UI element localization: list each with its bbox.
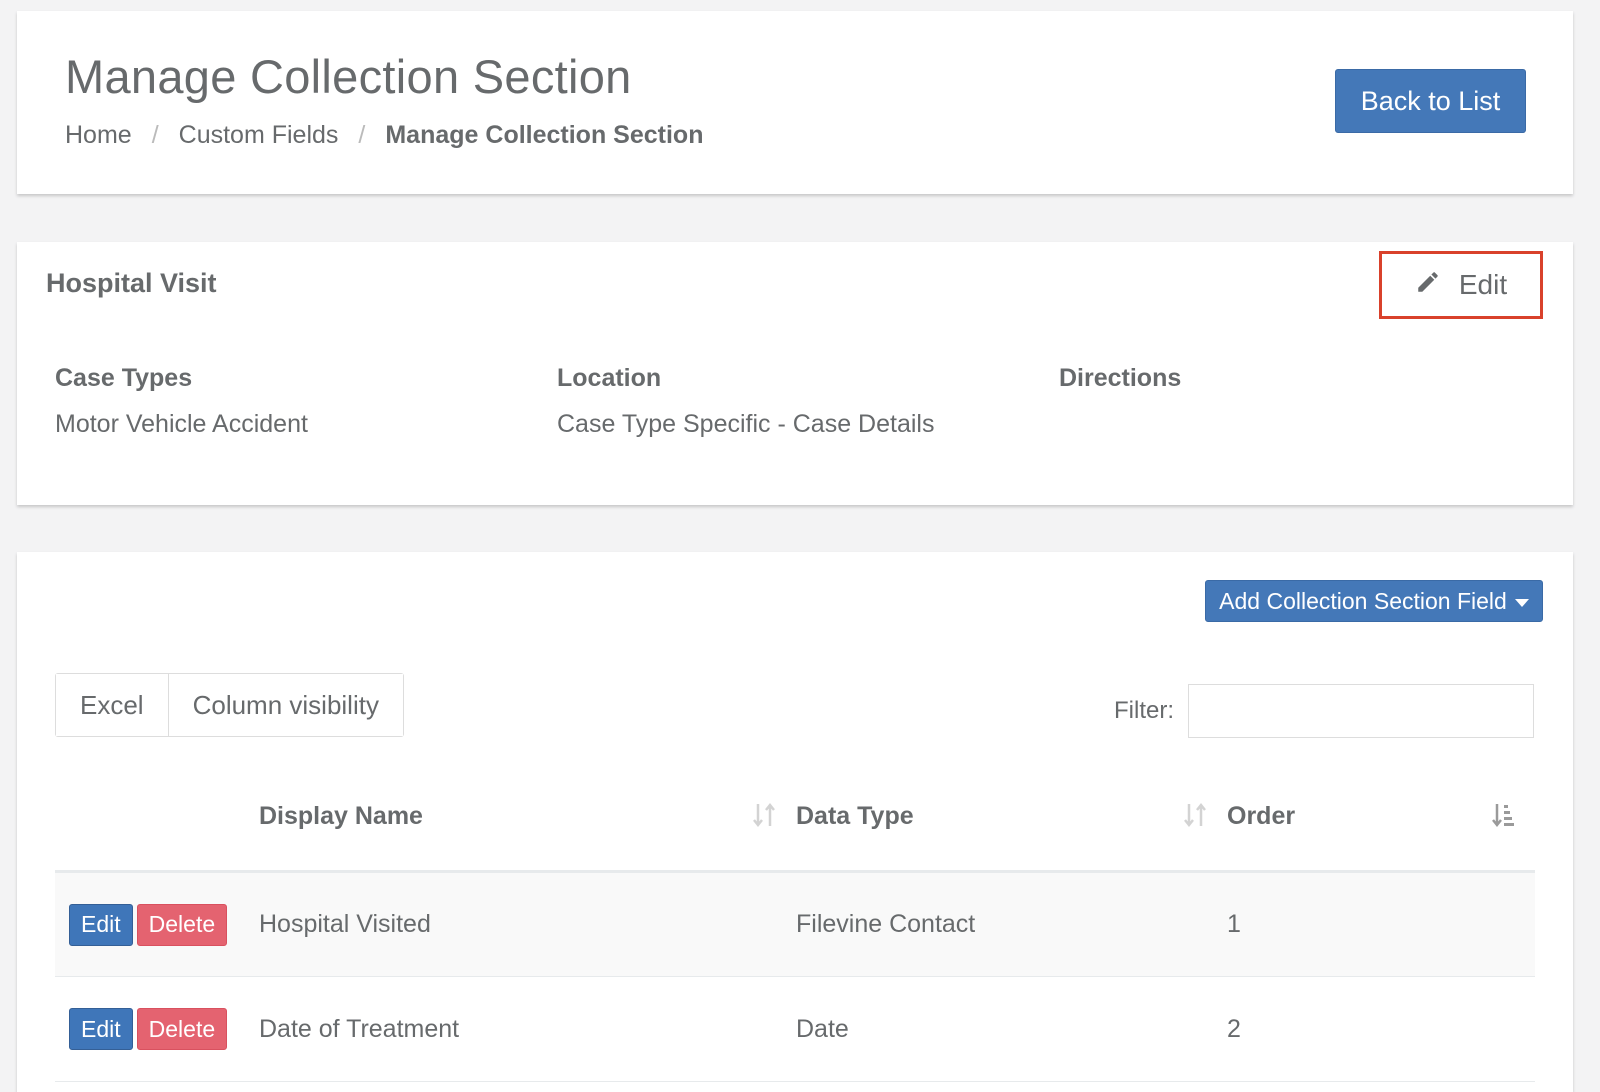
breadcrumb: Home / Custom Fields / Manage Collection…	[65, 121, 703, 150]
collection-fields-panel: Add Collection Section Field Excel Colum…	[17, 552, 1573, 1092]
order-cell: 1	[1227, 871, 1535, 977]
sort-both-icon	[753, 802, 775, 828]
column-header-label: Data Type	[796, 801, 914, 830]
sort-ascending-icon	[1492, 804, 1514, 828]
section-info-panel: Hospital Visit Edit Case Types Motor Veh…	[17, 242, 1573, 505]
pencil-icon	[1415, 269, 1441, 302]
row-actions-cell: Edit Delete	[55, 976, 259, 1082]
info-label: Case Types	[55, 364, 193, 392]
breadcrumb-custom-fields[interactable]: Custom Fields	[179, 121, 339, 150]
back-to-list-button[interactable]: Back to List	[1335, 69, 1526, 133]
row-delete-button[interactable]: Delete	[136, 903, 228, 946]
export-button-group: Excel Column visibility	[55, 673, 404, 737]
excel-button[interactable]: Excel	[56, 674, 168, 736]
breadcrumb-home[interactable]: Home	[65, 121, 132, 150]
info-value: Case Type Specific - Case Details	[557, 410, 935, 438]
fields-table: Display Name Data Type Order Edit Delete…	[55, 762, 1535, 1082]
info-case-types: Case Types Motor Vehicle Accident	[55, 364, 308, 439]
edit-section-label: Edit	[1458, 269, 1508, 300]
section-name: Hospital Visit	[46, 268, 217, 298]
row-delete-button[interactable]: Delete	[136, 1008, 228, 1050]
info-directions: Directions	[1059, 364, 1181, 410]
caret-down-icon	[1514, 598, 1529, 607]
breadcrumb-separator: /	[151, 121, 159, 149]
edit-section-button[interactable]: Edit	[1379, 251, 1543, 319]
add-field-label: Add Collection Section Field	[1219, 587, 1507, 614]
breadcrumb-current: Manage Collection Section	[385, 121, 704, 149]
breadcrumb-separator: /	[358, 121, 366, 149]
data-type-cell: Date	[796, 976, 1227, 1082]
info-value: Motor Vehicle Accident	[55, 410, 308, 438]
order-cell: 2	[1227, 976, 1535, 1082]
column-header-label: Order	[1227, 801, 1296, 830]
filter-label: Filter:	[1114, 697, 1174, 724]
data-type-cell: Filevine Contact	[796, 871, 1227, 977]
table-row: Edit Delete Hospital Visited Filevine Con…	[55, 871, 1535, 977]
filter-group: Filter:	[1114, 684, 1534, 738]
display-name-cell: Date of Treatment	[259, 976, 796, 1082]
column-header-order[interactable]: Order	[1227, 762, 1535, 873]
column-header-label: Display Name	[259, 801, 423, 830]
column-header-data-type[interactable]: Data Type	[796, 762, 1227, 873]
display-name-cell: Hospital Visited	[259, 871, 796, 977]
table-row: Edit Delete Date of Treatment Date 2	[55, 976, 1535, 1082]
add-collection-section-field-button[interactable]: Add Collection Section Field	[1205, 580, 1543, 622]
sort-both-icon	[1184, 802, 1206, 828]
row-edit-button[interactable]: Edit	[69, 1008, 133, 1050]
filter-input[interactable]	[1188, 684, 1534, 738]
info-label: Directions	[1059, 364, 1182, 392]
info-label: Location	[557, 364, 662, 392]
row-actions-cell: Edit Delete	[55, 871, 259, 977]
page-title: Manage Collection Section	[65, 50, 632, 103]
row-edit-button[interactable]: Edit	[69, 903, 133, 946]
column-header-display-name[interactable]: Display Name	[259, 762, 796, 873]
column-visibility-button[interactable]: Column visibility	[167, 674, 403, 736]
info-location: Location Case Type Specific - Case Detai…	[557, 364, 934, 439]
page-header-panel: Manage Collection Section Home / Custom …	[17, 11, 1573, 194]
column-header-actions	[55, 762, 259, 873]
